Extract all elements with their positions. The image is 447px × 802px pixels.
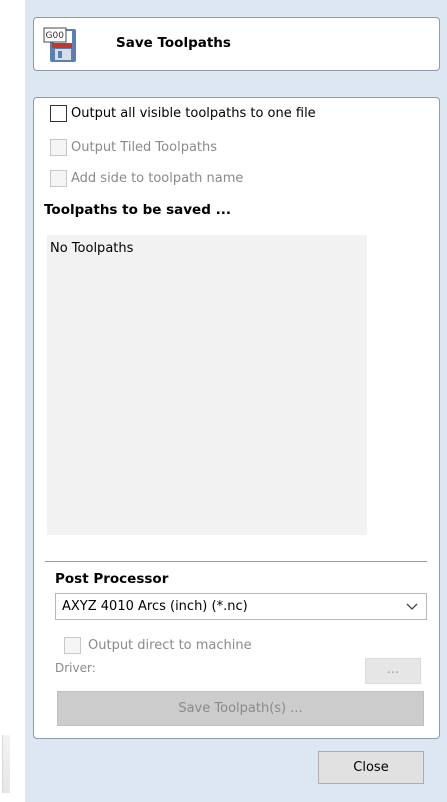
- driver-label: Driver:: [55, 661, 96, 675]
- post-processor-value: AXYZ 4010 Arcs (inch) (*.nc): [62, 599, 248, 614]
- output-direct-label: Output direct to machine: [88, 638, 252, 653]
- left-edge-mark: [2, 735, 10, 793]
- section-divider: [45, 561, 427, 562]
- svg-text:G00: G00: [46, 31, 65, 41]
- toolpaths-empty-text: No Toolpaths: [50, 241, 134, 256]
- toolpaths-listbox[interactable]: No Toolpaths: [47, 235, 367, 535]
- output-direct-option: Output direct to machine: [64, 637, 252, 654]
- left-edge: [0, 0, 25, 802]
- toolpaths-section-title: Toolpaths to be saved ...: [44, 202, 231, 218]
- add-side-label: Add side to toolpath name: [71, 171, 244, 186]
- page-title: Save Toolpaths: [116, 35, 231, 51]
- panel-header: G00 Save Toolpaths: [33, 17, 440, 71]
- output-tiled-checkbox: [50, 139, 67, 156]
- close-button[interactable]: Close: [318, 751, 424, 784]
- save-toolpaths-button: Save Toolpath(s) ...: [57, 691, 424, 726]
- save-toolpaths-floppy-icon: G00: [43, 27, 76, 62]
- output-direct-checkbox: [64, 637, 81, 654]
- chevron-down-icon: [406, 603, 418, 610]
- output-tiled-option: Output Tiled Toolpaths: [50, 139, 217, 156]
- post-processor-select[interactable]: AXYZ 4010 Arcs (inch) (*.nc): [55, 593, 427, 620]
- driver-browse-button: ...: [365, 658, 421, 684]
- post-processor-title: Post Processor: [55, 571, 169, 587]
- add-side-option: Add side to toolpath name: [50, 170, 243, 187]
- add-side-checkbox: [50, 170, 67, 187]
- output-tiled-label: Output Tiled Toolpaths: [71, 140, 218, 155]
- output-all-visible-checkbox[interactable]: [50, 105, 67, 122]
- output-all-visible-label: Output all visible toolpaths to one file: [71, 106, 316, 121]
- output-all-visible-option[interactable]: Output all visible toolpaths to one file: [50, 105, 316, 122]
